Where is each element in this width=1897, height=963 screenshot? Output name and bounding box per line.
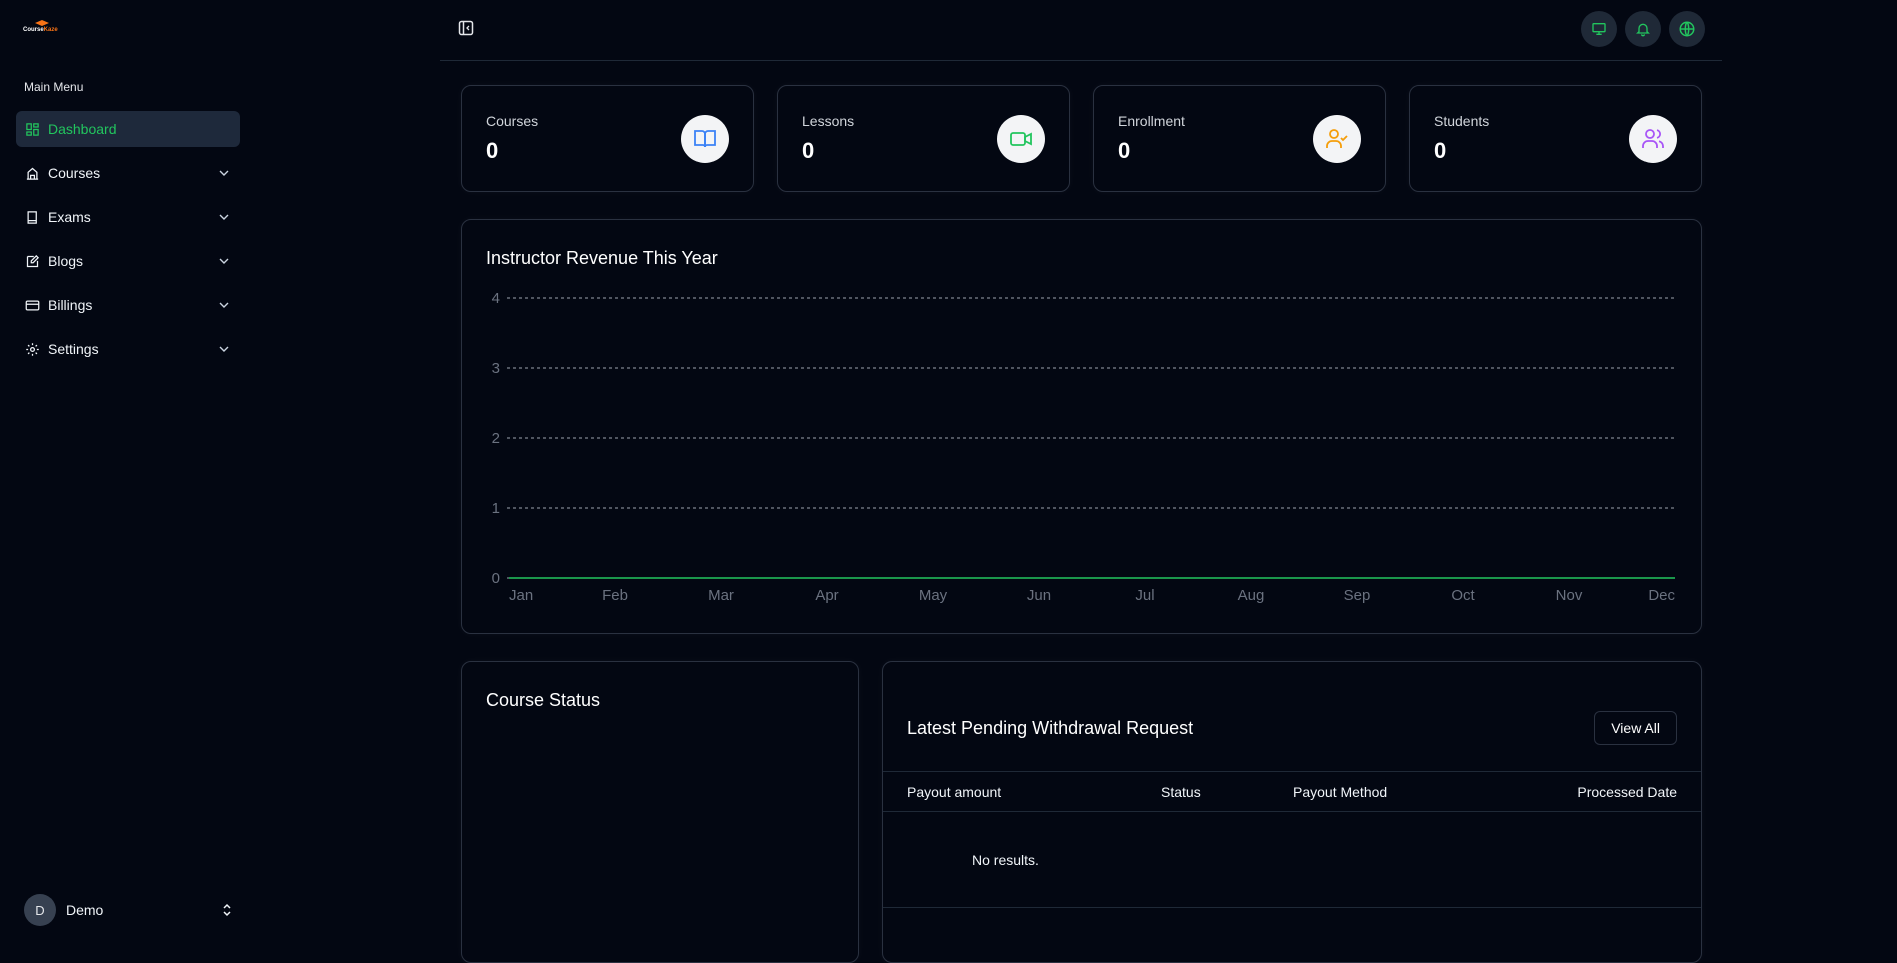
building-icon xyxy=(24,165,40,181)
withdrawals-title: Latest Pending Withdrawal Request xyxy=(907,718,1194,738)
column-header-payout-amount[interactable]: Payout amount xyxy=(907,784,1001,800)
stat-card-enrollment: Enrollment 0 xyxy=(1093,85,1386,192)
course-status-card: Course Status xyxy=(461,661,859,963)
stat-card-students: Students 0 xyxy=(1409,85,1702,192)
y-tick-label: 3 xyxy=(492,360,500,377)
x-tick-label: May xyxy=(919,587,948,604)
x-tick-label: Feb xyxy=(602,587,628,604)
gear-icon xyxy=(24,341,40,357)
brand-name-part1: Course xyxy=(23,27,44,33)
stat-value: 0 xyxy=(802,138,815,163)
globe-icon xyxy=(1679,21,1695,37)
chevron-down-icon xyxy=(219,214,229,220)
view-all-button[interactable]: View All xyxy=(1594,711,1677,745)
chevrons-up-down-icon xyxy=(223,903,231,917)
stat-card-courses: Courses 0 xyxy=(461,85,754,192)
x-tick-label: Nov xyxy=(1556,587,1583,604)
users-icon xyxy=(1629,115,1677,163)
video-icon xyxy=(997,115,1045,163)
sidebar-item-billings[interactable]: Billings xyxy=(16,287,240,323)
language-button[interactable] xyxy=(1669,11,1705,47)
x-tick-label: Oct xyxy=(1451,587,1475,604)
x-tick-label: Dec xyxy=(1648,587,1675,604)
x-tick-label: Jul xyxy=(1135,587,1154,604)
stat-card-lessons: Lessons 0 xyxy=(777,85,1070,192)
stat-label: Courses xyxy=(486,113,539,129)
user-menu[interactable]: D Demo xyxy=(24,894,234,926)
book-open-icon xyxy=(681,115,729,163)
y-tick-label: 2 xyxy=(492,430,500,447)
divider xyxy=(883,811,1701,812)
revenue-chart: 0 1 2 3 4 Jan Feb Mar Apr May Jun Jul Aug Sep Oct Nov De… xyxy=(492,290,1677,604)
stat-value: 0 xyxy=(486,138,499,163)
display-mode-button[interactable] xyxy=(1581,11,1617,47)
x-tick-label: Sep xyxy=(1344,587,1371,604)
credit-card-icon xyxy=(24,297,40,313)
sidebar-toggle-icon[interactable] xyxy=(458,20,474,36)
stat-label: Lessons xyxy=(802,113,855,129)
stat-label: Enrollment xyxy=(1118,113,1185,129)
user-name: Demo xyxy=(66,902,104,918)
sidebar-item-label: Dashboard xyxy=(48,121,117,137)
x-tick-label: Mar xyxy=(708,587,734,604)
book-icon xyxy=(24,209,40,225)
avatar: D xyxy=(24,894,56,926)
sidebar: CourseKaze Main Menu Dashboard Courses E… xyxy=(0,0,240,947)
brand-name-part2: Kaze xyxy=(43,27,58,33)
x-tick-label: Jun xyxy=(1027,587,1051,604)
stat-value: 0 xyxy=(1118,138,1131,163)
bell-icon xyxy=(1636,23,1650,37)
y-tick-label: 1 xyxy=(492,500,500,517)
x-tick-label: Apr xyxy=(815,587,838,604)
empty-table-message: No results. xyxy=(972,852,1039,868)
y-tick-label: 4 xyxy=(492,290,500,307)
withdrawals-card: Latest Pending Withdrawal Request View A… xyxy=(882,661,1702,963)
sidebar-item-settings[interactable]: Settings xyxy=(16,331,240,367)
column-header-status[interactable]: Status xyxy=(1161,784,1201,800)
divider xyxy=(883,771,1701,772)
monitor-icon xyxy=(1592,23,1606,35)
sidebar-item-blogs[interactable]: Blogs xyxy=(16,243,240,279)
notifications-button[interactable] xyxy=(1625,11,1661,47)
course-status-title: Course Status xyxy=(486,690,601,710)
sidebar-item-label: Blogs xyxy=(48,253,84,269)
chevron-down-icon xyxy=(219,258,229,264)
graduation-cap-icon xyxy=(35,20,49,26)
x-tick-label: Aug xyxy=(1238,587,1265,604)
stat-value: 0 xyxy=(1434,138,1447,163)
topbar xyxy=(440,0,1722,61)
column-header-processed-date[interactable]: Processed Date xyxy=(1577,784,1677,800)
chevron-down-icon xyxy=(219,346,229,352)
dashboard-icon xyxy=(24,121,40,137)
user-check-icon xyxy=(1313,115,1361,163)
sidebar-item-dashboard[interactable]: Dashboard xyxy=(16,111,240,147)
sidebar-item-exams[interactable]: Exams xyxy=(16,199,240,235)
brand-logo[interactable]: CourseKaze xyxy=(23,20,59,38)
sidebar-item-label: Billings xyxy=(48,297,93,313)
main-menu-heading: Main Menu xyxy=(24,80,84,94)
column-header-payout-method[interactable]: Payout Method xyxy=(1293,784,1387,800)
stat-label: Students xyxy=(1434,113,1490,129)
revenue-chart-card: Instructor Revenue This Year 0 1 2 3 4 Jan Feb… xyxy=(461,219,1702,634)
chevron-down-icon xyxy=(219,170,229,176)
edit-icon xyxy=(24,253,40,269)
sidebar-item-label: Settings xyxy=(48,341,99,357)
y-tick-label: 0 xyxy=(492,570,500,587)
sidebar-item-courses[interactable]: Courses xyxy=(16,155,240,191)
sidebar-item-label: Exams xyxy=(48,209,91,225)
chevron-down-icon xyxy=(219,302,229,308)
divider xyxy=(883,907,1701,908)
x-tick-label: Jan xyxy=(509,587,533,604)
sidebar-item-label: Courses xyxy=(48,165,101,181)
